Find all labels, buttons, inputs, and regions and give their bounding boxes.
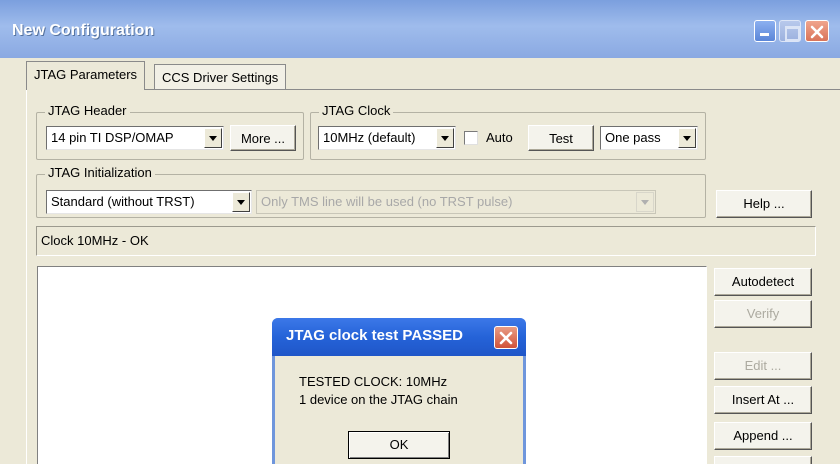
window-title: New Configuration <box>12 22 155 39</box>
dialog-message-clock: TESTED CLOCK: 10MHz <box>299 374 448 389</box>
jtag-clock-value: 10MHz (default) <box>323 130 416 145</box>
more-button[interactable]: More ... <box>230 125 296 151</box>
minimize-icon[interactable] <box>754 20 776 42</box>
help-button[interactable]: Help ... <box>716 190 812 218</box>
auto-label: Auto <box>486 130 513 145</box>
jtag-header-select[interactable]: 14 pin TI DSP/OMAP <box>46 126 224 150</box>
jtag-init-value: Standard (without TRST) <box>51 194 195 209</box>
pass-mode-select[interactable]: One pass <box>600 126 698 150</box>
insert-at-button[interactable]: Insert At ... <box>714 386 812 414</box>
close-icon[interactable] <box>805 20 829 42</box>
clock-test-dialog: JTAG clock test PASSED TESTED CLOCK: 10M… <box>272 318 526 464</box>
dialog-title: JTAG clock test PASSED <box>286 327 463 344</box>
jtag-header-value: 14 pin TI DSP/OMAP <box>51 130 174 145</box>
verify-button[interactable]: Verify <box>714 300 812 328</box>
pass-mode-value: One pass <box>605 130 661 145</box>
ok-button[interactable]: OK <box>348 431 450 459</box>
title-bar[interactable]: New Configuration <box>0 0 840 58</box>
test-button[interactable]: Test <box>528 125 594 151</box>
tab-jtag-parameters[interactable]: JTAG Parameters <box>26 61 146 90</box>
chevron-down-icon[interactable] <box>436 128 454 148</box>
chevron-down-icon[interactable] <box>678 128 696 148</box>
jtag-init-legend: JTAG Initialization <box>45 165 155 180</box>
maximize-icon[interactable] <box>779 20 801 42</box>
chevron-down-icon[interactable] <box>204 128 222 148</box>
edit-button[interactable]: Edit ... <box>714 352 812 380</box>
status-field: Clock 10MHz - OK <box>36 226 816 256</box>
close-icon[interactable] <box>494 326 518 349</box>
auto-checkbox[interactable] <box>464 131 478 145</box>
jtag-clock-legend: JTAG Clock <box>319 103 394 118</box>
chevron-down-icon <box>636 192 654 212</box>
dialog-title-bar[interactable]: JTAG clock test PASSED <box>272 318 526 356</box>
tab-ccs-driver-settings[interactable]: CCS Driver Settings <box>154 64 287 90</box>
jtag-init-description: Only TMS line will be used (no TRST puls… <box>261 194 513 209</box>
jtag-header-legend: JTAG Header <box>45 103 130 118</box>
jtag-clock-select[interactable]: 10MHz (default) <box>318 126 456 150</box>
jtag-init-description-select: Only TMS line will be used (no TRST puls… <box>256 190 656 214</box>
more-side-button[interactable] <box>714 456 812 464</box>
chevron-down-icon[interactable] <box>232 192 250 212</box>
jtag-init-select[interactable]: Standard (without TRST) <box>46 190 252 214</box>
append-button[interactable]: Append ... <box>714 422 812 450</box>
dialog-message-devices: 1 device on the JTAG chain <box>299 392 458 407</box>
new-configuration-window: New Configuration JTAG Parameters CCS Dr… <box>0 0 840 464</box>
autodetect-button[interactable]: Autodetect <box>714 268 812 296</box>
status-text: Clock 10MHz - OK <box>41 233 149 248</box>
